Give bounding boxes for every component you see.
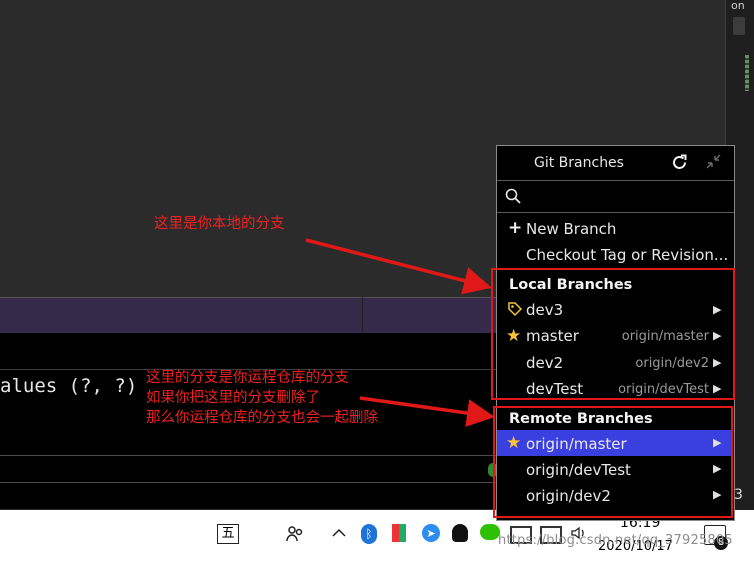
collapse-icon[interactable] [706,154,721,172]
people-icon[interactable] [285,524,305,549]
wechat-icon[interactable] [480,524,500,540]
tab-divider [362,297,363,332]
annotation-box-remote [493,406,733,518]
tray-app-icon[interactable]: ➤ [422,524,440,542]
annotation-remote-line: 如果你把这里的分支删除了 [146,390,320,406]
tray-app-icon[interactable] [392,524,406,542]
ime-indicator[interactable]: 五 [217,524,239,544]
right-strip-label: on [731,0,745,12]
bluetooth-icon[interactable]: ᛒ [361,524,377,544]
annotation-remote-line: 这里的分支是你运程仓库的分支 [146,370,349,386]
annotation-remote-line: 那么你运程仓库的分支也会一起删除 [146,410,378,426]
console-output-line: alues (?, ?) [0,375,138,397]
status-digit: 3 [734,487,743,503]
new-branch-action[interactable]: New Branch [526,220,616,238]
chevron-up-icon[interactable] [330,524,348,547]
checkout-tag-action[interactable]: Checkout Tag or Revision... [526,246,728,264]
qq-icon[interactable] [452,524,468,542]
refresh-icon[interactable] [671,154,688,175]
annotation-local: 这里是你本地的分支 [154,216,285,232]
memory-meter [745,55,749,91]
plus-icon[interactable]: + [508,219,522,237]
tool-window-chip[interactable] [733,17,745,35]
search-icon [505,188,521,204]
search-input[interactable] [526,185,726,207]
annotation-box-local [491,268,735,400]
watermark: https://blog.csdn.net/qq_37925805 [498,533,733,548]
popup-title: Git Branches [534,155,624,171]
